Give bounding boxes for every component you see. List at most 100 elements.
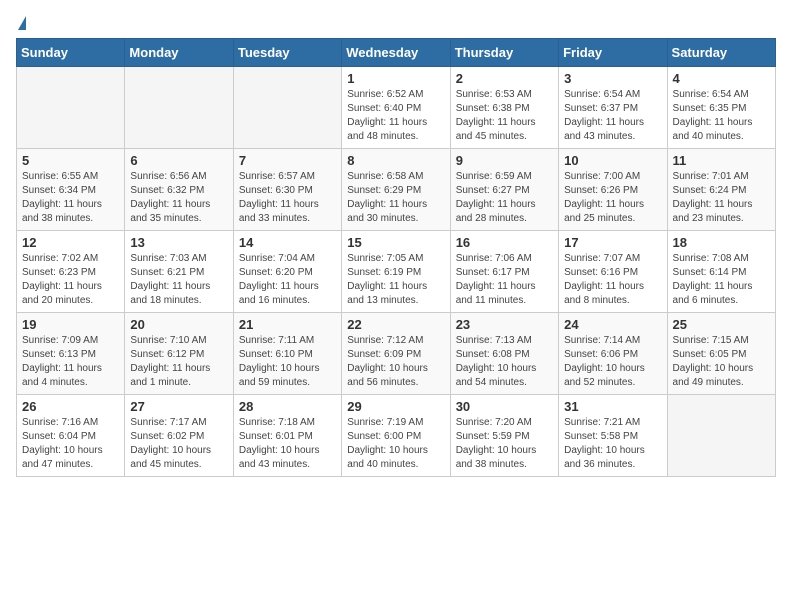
day-number: 14 xyxy=(239,235,336,250)
day-number: 9 xyxy=(456,153,553,168)
calendar-cell xyxy=(233,67,341,149)
calendar-cell: 10 Sunrise: 7:00 AM Sunset: 6:26 PM Dayli… xyxy=(559,149,667,231)
calendar-cell xyxy=(17,67,125,149)
day-number: 4 xyxy=(673,71,770,86)
day-number: 29 xyxy=(347,399,444,414)
day-number: 1 xyxy=(347,71,444,86)
day-number: 18 xyxy=(673,235,770,250)
calendar-cell: 21Sunrise: 7:11 AM Sunset: 6:10 PM Dayli… xyxy=(233,313,341,395)
calendar-week-row: 1 Sunrise: 6:52 AM Sunset: 6:40 PM Daylig… xyxy=(17,67,776,149)
day-info: Sunrise: 7:10 AM Sunset: 6:12 PM Dayligh… xyxy=(130,334,227,390)
day-number: 23 xyxy=(456,317,553,332)
day-number: 15 xyxy=(347,235,444,250)
day-number: 2 xyxy=(456,71,553,86)
day-number: 31 xyxy=(564,399,661,414)
day-info: Sunrise: 6:59 AM Sunset: 6:27 PM Dayligh… xyxy=(456,170,553,226)
calendar-cell: 15 Sunrise: 7:05 AM Sunset: 6:19 PM Dayli… xyxy=(342,231,450,313)
day-info: Sunrise: 7:00 AM Sunset: 6:26 PM Dayligh… xyxy=(564,170,661,226)
day-info: Sunrise: 7:16 AM Sunset: 6:04 PM Dayligh… xyxy=(22,416,119,472)
day-info: Sunrise: 6:53 AM Sunset: 6:38 PM Dayligh… xyxy=(456,88,553,144)
day-info: Sunrise: 6:54 AM Sunset: 6:35 PM Dayligh… xyxy=(673,88,770,144)
logo xyxy=(16,16,26,30)
calendar-cell: 24 Sunrise: 7:14 AM Sunset: 6:06 PM Dayli… xyxy=(559,313,667,395)
day-info: Sunrise: 6:52 AM Sunset: 6:40 PM Dayligh… xyxy=(347,88,444,144)
day-info: Sunrise: 7:13 AM Sunset: 6:08 PM Dayligh… xyxy=(456,334,553,390)
day-number: 26 xyxy=(22,399,119,414)
calendar-week-row: 26 Sunrise: 7:16 AM Sunset: 6:04 PM Dayli… xyxy=(17,395,776,477)
day-info: Sunrise: 7:02 AM Sunset: 6:23 PM Dayligh… xyxy=(22,252,119,308)
day-number: 8 xyxy=(347,153,444,168)
day-number: 27 xyxy=(130,399,227,414)
calendar-cell xyxy=(667,395,775,477)
calendar-cell: 13 Sunrise: 7:03 AM Sunset: 6:21 PM Dayli… xyxy=(125,231,233,313)
day-info: Sunrise: 7:14 AM Sunset: 6:06 PM Dayligh… xyxy=(564,334,661,390)
day-info: Sunrise: 7:19 AM Sunset: 6:00 PM Dayligh… xyxy=(347,416,444,472)
calendar-week-row: 12 Sunrise: 7:02 AM Sunset: 6:23 PM Dayli… xyxy=(17,231,776,313)
calendar-header-row: SundayMondayTuesdayWednesdayThursdayFrid… xyxy=(17,39,776,67)
calendar-cell: 9 Sunrise: 6:59 AM Sunset: 6:27 PM Daylig… xyxy=(450,149,558,231)
day-number: 7 xyxy=(239,153,336,168)
day-number: 30 xyxy=(456,399,553,414)
calendar-cell: 27 Sunrise: 7:17 AM Sunset: 6:02 PM Dayli… xyxy=(125,395,233,477)
calendar-cell: 2 Sunrise: 6:53 AM Sunset: 6:38 PM Daylig… xyxy=(450,67,558,149)
day-of-week-header: Monday xyxy=(125,39,233,67)
day-info: Sunrise: 6:55 AM Sunset: 6:34 PM Dayligh… xyxy=(22,170,119,226)
page-header xyxy=(16,16,776,30)
day-info: Sunrise: 7:21 AM Sunset: 5:58 PM Dayligh… xyxy=(564,416,661,472)
calendar-cell: 5 Sunrise: 6:55 AM Sunset: 6:34 PM Daylig… xyxy=(17,149,125,231)
day-info: Sunrise: 6:57 AM Sunset: 6:30 PM Dayligh… xyxy=(239,170,336,226)
day-info: Sunrise: 7:17 AM Sunset: 6:02 PM Dayligh… xyxy=(130,416,227,472)
day-info: Sunrise: 7:15 AM Sunset: 6:05 PM Dayligh… xyxy=(673,334,770,390)
day-info: Sunrise: 7:03 AM Sunset: 6:21 PM Dayligh… xyxy=(130,252,227,308)
day-number: 22 xyxy=(347,317,444,332)
day-number: 12 xyxy=(22,235,119,250)
day-info: Sunrise: 7:07 AM Sunset: 6:16 PM Dayligh… xyxy=(564,252,661,308)
day-info: Sunrise: 7:06 AM Sunset: 6:17 PM Dayligh… xyxy=(456,252,553,308)
day-number: 17 xyxy=(564,235,661,250)
calendar-cell: 16 Sunrise: 7:06 AM Sunset: 6:17 PM Dayli… xyxy=(450,231,558,313)
day-info: Sunrise: 7:11 AM Sunset: 6:10 PM Dayligh… xyxy=(239,334,336,390)
day-info: Sunrise: 7:20 AM Sunset: 5:59 PM Dayligh… xyxy=(456,416,553,472)
calendar-cell: 12 Sunrise: 7:02 AM Sunset: 6:23 PM Dayli… xyxy=(17,231,125,313)
calendar-cell: 28 Sunrise: 7:18 AM Sunset: 6:01 PM Dayli… xyxy=(233,395,341,477)
calendar-cell: 6 Sunrise: 6:56 AM Sunset: 6:32 PM Daylig… xyxy=(125,149,233,231)
day-number: 24 xyxy=(564,317,661,332)
day-info: Sunrise: 6:58 AM Sunset: 6:29 PM Dayligh… xyxy=(347,170,444,226)
day-number: 20 xyxy=(130,317,227,332)
calendar-cell: 19Sunrise: 7:09 AM Sunset: 6:13 PM Dayli… xyxy=(17,313,125,395)
day-number: 5 xyxy=(22,153,119,168)
calendar-cell: 25Sunrise: 7:15 AM Sunset: 6:05 PM Dayli… xyxy=(667,313,775,395)
calendar-cell: 7 Sunrise: 6:57 AM Sunset: 6:30 PM Daylig… xyxy=(233,149,341,231)
day-info: Sunrise: 7:05 AM Sunset: 6:19 PM Dayligh… xyxy=(347,252,444,308)
calendar-cell: 31 Sunrise: 7:21 AM Sunset: 5:58 PM Dayli… xyxy=(559,395,667,477)
day-info: Sunrise: 6:56 AM Sunset: 6:32 PM Dayligh… xyxy=(130,170,227,226)
day-of-week-header: Tuesday xyxy=(233,39,341,67)
day-number: 10 xyxy=(564,153,661,168)
day-info: Sunrise: 7:08 AM Sunset: 6:14 PM Dayligh… xyxy=(673,252,770,308)
calendar-cell: 20 Sunrise: 7:10 AM Sunset: 6:12 PM Dayli… xyxy=(125,313,233,395)
calendar-cell: 3Sunrise: 6:54 AM Sunset: 6:37 PM Daylig… xyxy=(559,67,667,149)
day-number: 16 xyxy=(456,235,553,250)
calendar-week-row: 5 Sunrise: 6:55 AM Sunset: 6:34 PM Daylig… xyxy=(17,149,776,231)
day-number: 11 xyxy=(673,153,770,168)
day-of-week-header: Thursday xyxy=(450,39,558,67)
calendar-cell xyxy=(125,67,233,149)
day-number: 13 xyxy=(130,235,227,250)
day-info: Sunrise: 7:01 AM Sunset: 6:24 PM Dayligh… xyxy=(673,170,770,226)
day-info: Sunrise: 6:54 AM Sunset: 6:37 PM Dayligh… xyxy=(564,88,661,144)
calendar-cell: 23 Sunrise: 7:13 AM Sunset: 6:08 PM Dayli… xyxy=(450,313,558,395)
day-of-week-header: Saturday xyxy=(667,39,775,67)
calendar-cell: 8 Sunrise: 6:58 AM Sunset: 6:29 PM Daylig… xyxy=(342,149,450,231)
day-number: 28 xyxy=(239,399,336,414)
day-number: 19 xyxy=(22,317,119,332)
day-of-week-header: Wednesday xyxy=(342,39,450,67)
calendar-cell: 17 Sunrise: 7:07 AM Sunset: 6:16 PM Dayli… xyxy=(559,231,667,313)
day-info: Sunrise: 7:04 AM Sunset: 6:20 PM Dayligh… xyxy=(239,252,336,308)
calendar-cell: 4 Sunrise: 6:54 AM Sunset: 6:35 PM Daylig… xyxy=(667,67,775,149)
day-of-week-header: Friday xyxy=(559,39,667,67)
calendar-cell: 29 Sunrise: 7:19 AM Sunset: 6:00 PM Dayli… xyxy=(342,395,450,477)
calendar-week-row: 19Sunrise: 7:09 AM Sunset: 6:13 PM Dayli… xyxy=(17,313,776,395)
calendar-cell: 14 Sunrise: 7:04 AM Sunset: 6:20 PM Dayli… xyxy=(233,231,341,313)
day-info: Sunrise: 7:18 AM Sunset: 6:01 PM Dayligh… xyxy=(239,416,336,472)
day-number: 6 xyxy=(130,153,227,168)
